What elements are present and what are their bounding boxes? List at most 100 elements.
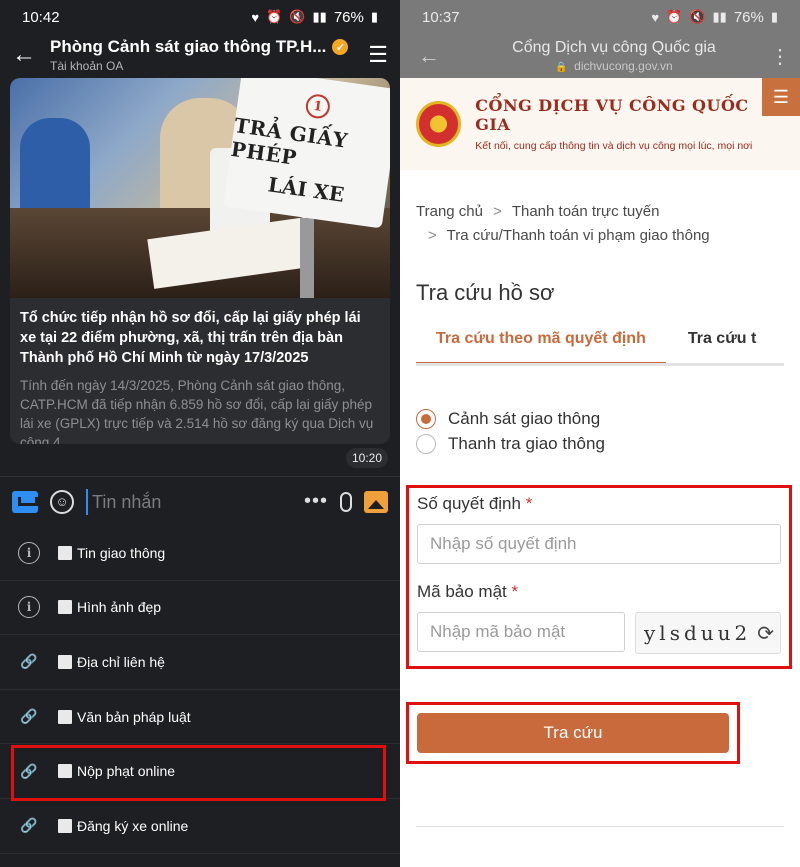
menu-item-dang-ky-xe-online[interactable]: 🔗 Đăng ký xe online <box>0 799 400 854</box>
brand-texts: CỔNG DỊCH VỤ CÔNG QUỐC GIA Kết nối, cung… <box>475 96 784 152</box>
message-input[interactable]: Tin nhắn <box>86 488 292 515</box>
message-composer: ☺ Tin nhắn ••• <box>0 476 400 526</box>
captcha-row: Nhập mã bảo mật ylsduu2 ⟳ <box>417 612 781 654</box>
page-title: Tra cứu hồ sơ <box>416 280 555 305</box>
radio-selected-icon <box>416 408 436 429</box>
link-icon: 🔗 <box>20 817 38 834</box>
image-gallery-icon[interactable] <box>364 490 388 513</box>
brand-slogan: Kết nối, cung cấp thông tin và dịch vụ c… <box>475 140 753 152</box>
oa-menu-list: i Tin giao thông i Hình ảnh đẹp 🔗 Địa ch… <box>0 526 400 854</box>
decision-label-text: Số quyết định <box>417 494 521 513</box>
chat-title-block[interactable]: Phòng Cảnh sát giao thông TP.H... ✓ Tài … <box>50 37 358 73</box>
battery-level: 76% <box>333 8 364 26</box>
status-time: 10:37 <box>422 8 460 26</box>
photo-sign-pole <box>300 218 314 298</box>
breadcrumb-level2[interactable]: Thanh toán trực tuyến <box>512 203 660 220</box>
menu-item-van-ban-phap-luat[interactable]: 🔗 Văn bản pháp luật <box>0 690 400 745</box>
tab-lookup-other[interactable]: Tra cứu t <box>666 320 777 363</box>
alarm-icon: ⏰ <box>266 9 283 24</box>
breadcrumb-separator-icon: > <box>493 203 502 220</box>
decision-number-input[interactable]: Nhập số quyết định <box>417 524 781 564</box>
battery-level: 76% <box>733 8 764 26</box>
security-code-input[interactable]: Nhập mã bảo mật <box>417 612 625 652</box>
document-icon <box>58 818 72 833</box>
sign-badge: 1 <box>304 92 332 120</box>
verified-badge-icon: ✓ <box>332 39 349 55</box>
breadcrumb-level3[interactable]: Tra cứu/Thanh toán vi phạm giao thông <box>447 227 710 244</box>
hamburger-menu-icon[interactable]: ☰ <box>762 78 800 116</box>
article-card[interactable]: 1 TRẢ GIẤY PHÉP LÁI XE Tổ chức tiếp nhận… <box>10 78 390 444</box>
info-icon: i <box>18 541 40 564</box>
required-mark: * <box>525 494 533 513</box>
list-menu-icon[interactable]: ☰ <box>358 42 388 68</box>
web-page: CỔNG DỊCH VỤ CÔNG QUỐC GIA Kết nối, cung… <box>400 78 800 867</box>
menu-item-label: Đăng ký xe online <box>77 817 189 834</box>
chat-subtitle: Tài khoản OA <box>50 59 124 73</box>
document-icon <box>58 709 72 724</box>
radio-inspector[interactable]: Thanh tra giao thông <box>416 431 784 456</box>
document-icon <box>58 654 72 669</box>
link-icon: 🔗 <box>20 653 38 670</box>
divider <box>416 826 784 827</box>
sign-line2: LÁI XE <box>266 172 346 207</box>
lookup-submit-button[interactable]: Tra cứu <box>417 713 729 753</box>
back-arrow-icon[interactable]: ← <box>418 43 458 69</box>
microphone-icon[interactable] <box>340 491 352 512</box>
emoji-icon[interactable]: ☺ <box>50 489 74 514</box>
menu-item-dia-chi-lien-he[interactable]: 🔗 Địa chỉ liên hệ <box>0 635 400 690</box>
zalo-chat-screen: 10:42 ♥ ⏰ 🔇 ▮▮ 76% ▮ ← Phòng Cảnh sát gi… <box>0 0 400 867</box>
menu-item-label: Văn bản pháp luật <box>77 708 191 725</box>
article-photo: 1 TRẢ GIẤY PHÉP LÁI XE <box>10 78 390 298</box>
back-arrow-icon[interactable]: ← <box>12 41 50 69</box>
browser-header: ← Cổng Dịch vụ công Quốc gia 🔒 dichvucon… <box>400 34 800 78</box>
browser-page-title: Cổng Dịch vụ công Quốc gia <box>512 39 716 56</box>
highlight-box-nop-phat <box>11 745 386 801</box>
inbox-icon[interactable] <box>12 490 38 513</box>
highlight-box-submit: Tra cứu <box>406 702 740 764</box>
captcha-image: ylsduu2 ⟳ <box>635 612 781 654</box>
menu-item-hinh-anh-dep[interactable]: i Hình ảnh đẹp <box>0 581 400 636</box>
document-icon <box>58 600 72 615</box>
sign-line1: TRẢ GIẤY PHÉP <box>229 113 350 170</box>
status-icons: ♥ ⏰ 🔇 ▮▮ 76% ▮ <box>251 9 378 26</box>
refresh-icon[interactable]: ⟳ <box>757 621 774 646</box>
browser-url[interactable]: 🔒 dichvucong.gov.vn <box>458 59 770 73</box>
agency-radio-group: Cảnh sát giao thông Thanh tra giao thông <box>400 366 800 456</box>
site-header: CỔNG DỊCH VỤ CÔNG QUỐC GIA Kết nối, cung… <box>400 78 800 170</box>
lock-icon: 🔒 <box>555 62 568 73</box>
national-emblem-icon <box>416 101 462 147</box>
signal-icon: ▮▮ <box>712 9 727 24</box>
decision-number-label: Số quyết định * <box>417 494 781 514</box>
lookup-form: Số quyết định * Nhập số quyết định Mã bả… <box>406 485 792 669</box>
battery-icon: ▮ <box>770 9 778 24</box>
status-icons: ♥ ⏰ 🔇 ▮▮ 76% ▮ <box>651 9 778 26</box>
mute-icon: 🔇 <box>689 9 706 24</box>
menu-item-tin-giao-thong[interactable]: i Tin giao thông <box>0 526 400 581</box>
mute-icon: 🔇 <box>289 9 306 24</box>
breadcrumb: Trang chủ > Thanh toán trực tuyến > Tra … <box>400 170 800 248</box>
browser-screen: 10:37 ♥ ⏰ 🔇 ▮▮ 76% ▮ ← Cổng Dịch vụ công… <box>400 0 800 867</box>
heart-icon: ♥ <box>251 9 260 25</box>
menu-item-label: Hình ảnh đẹp <box>77 599 162 616</box>
more-icon[interactable]: ••• <box>304 490 328 513</box>
status-bar: 10:42 ♥ ⏰ 🔇 ▮▮ 76% ▮ <box>0 0 400 34</box>
captcha-code: ylsduu2 <box>644 621 752 645</box>
article-headline: Tổ chức tiếp nhận hồ sơ đổi, cấp lại giấ… <box>20 310 361 366</box>
info-icon: i <box>18 596 40 619</box>
heart-icon: ♥ <box>651 9 660 25</box>
tab-lookup-by-decision[interactable]: Tra cứu theo mã quyết định <box>416 320 666 363</box>
alarm-icon: ⏰ <box>666 9 683 24</box>
document-icon <box>58 545 72 560</box>
brand-name: CỔNG DỊCH VỤ CÔNG QUỐC GIA <box>475 96 749 134</box>
message-time: 10:20 <box>345 448 388 468</box>
chat-title-text: Phòng Cảnh sát giao thông TP.H... <box>50 37 327 56</box>
breadcrumb-home[interactable]: Trang chủ <box>416 203 483 220</box>
status-time: 10:42 <box>22 8 60 26</box>
radio-inspector-label: Thanh tra giao thông <box>448 433 605 453</box>
kebab-menu-icon[interactable]: ⋮ <box>770 44 790 69</box>
required-mark: * <box>511 582 519 601</box>
security-label-text: Mã bảo mật <box>417 582 507 601</box>
radio-police[interactable]: Cảnh sát giao thông <box>416 406 784 431</box>
breadcrumb-separator-icon: > <box>428 227 437 244</box>
lookup-tabs: Tra cứu theo mã quyết định Tra cứu t <box>416 320 784 366</box>
